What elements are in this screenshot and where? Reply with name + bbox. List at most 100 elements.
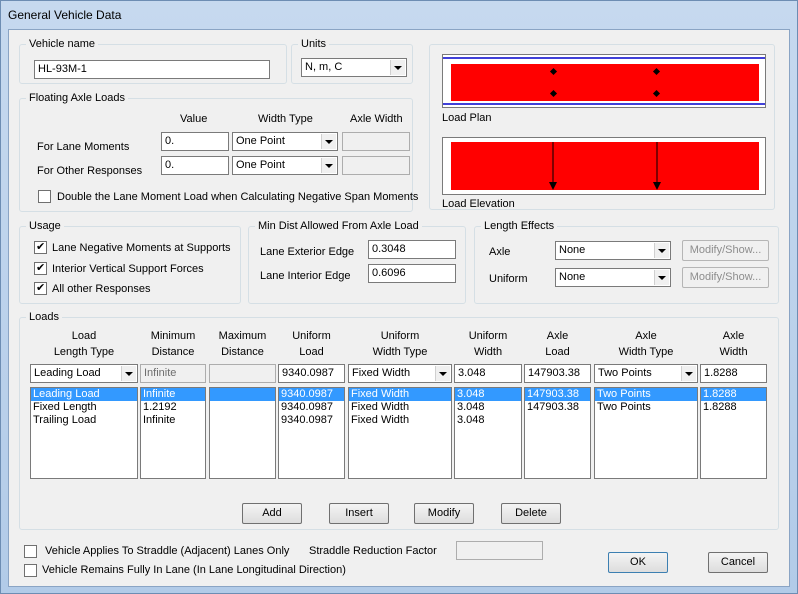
interior-vertical-support-label: Interior Vertical Support Forces (52, 263, 204, 275)
other-responses-value-input[interactable]: 0. (161, 156, 229, 175)
edit-uniform-width-input[interactable]: 3.048 (454, 364, 522, 383)
list-item[interactable]: 1.8288 (701, 401, 766, 414)
chevron-down-icon[interactable] (654, 243, 669, 258)
lane-moments-value-input[interactable]: 0. (161, 132, 229, 151)
list-item[interactable]: Infinite (141, 414, 205, 427)
loads-list-uniform-width[interactable]: 3.048 3.048 3.048 (454, 387, 522, 479)
lane-interior-edge-input[interactable]: 0.6096 (368, 264, 456, 283)
axle-effect-value: None (559, 244, 586, 256)
lane-negative-moments-checkbox[interactable] (34, 240, 47, 254)
list-item[interactable]: Leading Load (31, 388, 137, 401)
loads-list-min-distance[interactable]: Infinite 1.2192 Infinite (140, 387, 206, 479)
chevron-down-icon[interactable] (435, 366, 450, 381)
straddle-applies-label: Vehicle Applies To Straddle (Adjacent) L… (45, 545, 290, 557)
ok-button[interactable]: OK (608, 552, 668, 573)
loads-list-axle-load[interactable]: 147903.38 147903.38 (524, 387, 591, 479)
loads-list-length-type[interactable]: Leading Load Fixed Length Trailing Load (30, 387, 138, 479)
loads-list-max-distance[interactable] (209, 387, 276, 479)
list-item[interactable]: Two Points (595, 401, 697, 414)
edit-axle-width-input[interactable]: 1.8288 (700, 364, 767, 383)
edit-uniform-width-type-value: Fixed Width (352, 367, 411, 379)
edit-max-distance-input (209, 364, 276, 383)
other-responses-axle-width-input (342, 156, 410, 175)
chevron-down-icon[interactable] (681, 366, 696, 381)
insert-load-button[interactable]: Insert (329, 503, 389, 524)
list-item[interactable]: Fixed Width (349, 414, 451, 427)
list-item[interactable]: 9340.0987 (279, 401, 344, 414)
min-dist-label: Min Dist Allowed From Axle Load (255, 219, 422, 233)
uniform-effect-value: None (559, 271, 586, 283)
list-item[interactable] (701, 414, 766, 427)
list-item[interactable]: 9340.0987 (279, 388, 344, 401)
list-item[interactable]: 147903.38 (525, 388, 590, 401)
length-effects-label: Length Effects (481, 219, 558, 233)
edit-axle-width-type-select[interactable]: Two Points (594, 364, 698, 383)
loads-list-axle-width-type[interactable]: Two Points Two Points (594, 387, 698, 479)
list-item[interactable] (210, 388, 275, 401)
all-other-responses-checkbox[interactable] (34, 281, 47, 295)
delete-load-button[interactable]: Delete (501, 503, 561, 524)
remains-in-lane-checkbox[interactable] (24, 564, 37, 577)
list-item[interactable]: Infinite (141, 388, 205, 401)
list-item[interactable] (210, 414, 275, 427)
load-plan-caption: Load Plan (442, 112, 492, 124)
lane-negative-moments-label: Lane Negative Moments at Supports (52, 242, 231, 254)
lane-moments-width-type-select[interactable]: One Point (232, 132, 338, 151)
load-elevation-picture (442, 137, 766, 195)
vehicle-name-input[interactable]: HL-93M-1 (34, 60, 270, 79)
axle-effect-select[interactable]: None (555, 241, 671, 260)
list-item[interactable]: 3.048 (455, 401, 521, 414)
chevron-down-icon[interactable] (390, 60, 405, 75)
list-item[interactable]: Trailing Load (31, 414, 137, 427)
list-item[interactable]: 147903.38 (525, 401, 590, 414)
lane-exterior-edge-input[interactable]: 0.3048 (368, 240, 456, 259)
edit-min-distance-input: Infinite (140, 364, 206, 383)
list-item[interactable]: 3.048 (455, 388, 521, 401)
list-item[interactable]: Fixed Length (31, 401, 137, 414)
modify-load-button[interactable]: Modify (414, 503, 474, 524)
list-item[interactable] (595, 414, 697, 427)
length-effects-group: Length Effects Axle None Modify/Show... … (474, 219, 779, 304)
vehicle-name-label: Vehicle name (26, 37, 99, 51)
chevron-down-icon[interactable] (654, 270, 669, 285)
edit-length-type-select[interactable]: Leading Load (30, 364, 138, 383)
list-item[interactable]: 1.2192 (141, 401, 205, 414)
list-item[interactable]: 9340.0987 (279, 414, 344, 427)
units-select[interactable]: N, m, C (301, 58, 407, 77)
double-lane-moment-label: Double the Lane Moment Load when Calcula… (57, 191, 419, 203)
chevron-down-icon[interactable] (321, 134, 336, 149)
list-item[interactable]: 1.8288 (701, 388, 766, 401)
list-item[interactable]: Two Points (595, 388, 697, 401)
straddle-applies-checkbox[interactable] (24, 545, 37, 558)
list-item[interactable] (210, 401, 275, 414)
chevron-down-icon[interactable] (321, 158, 336, 173)
chevron-down-icon[interactable] (121, 366, 136, 381)
interior-vertical-support-checkbox[interactable] (34, 261, 47, 275)
load-elevation-diagram (451, 142, 759, 190)
add-load-button[interactable]: Add (242, 503, 302, 524)
loads-list-uniform-load[interactable]: 9340.0987 9340.0987 9340.0987 (278, 387, 345, 479)
list-item[interactable] (525, 414, 590, 427)
loads-label: Loads (26, 310, 62, 324)
list-item[interactable]: 3.048 (455, 414, 521, 427)
other-responses-width-type-select[interactable]: One Point (232, 156, 338, 175)
axle-modify-show-button[interactable]: Modify/Show... (682, 240, 769, 261)
edit-axle-load-input[interactable]: 147903.38 (524, 364, 591, 383)
value-column-header: Value (180, 113, 208, 125)
list-item[interactable]: Fixed Width (349, 388, 451, 401)
edit-uniform-width-type-select[interactable]: Fixed Width (348, 364, 452, 383)
col-header-axle-width-type: Axle Width Type (618, 330, 674, 358)
loads-list-axle-width[interactable]: 1.8288 1.8288 (700, 387, 767, 479)
col-header-uniform-width-type: Uniform Width Type (372, 330, 428, 358)
uniform-effect-select[interactable]: None (555, 268, 671, 287)
uniform-modify-show-button[interactable]: Modify/Show... (682, 267, 769, 288)
load-plan-picture (442, 54, 766, 108)
double-lane-moment-checkbox[interactable] (38, 190, 51, 203)
edit-uniform-load-input[interactable]: 9340.0987 (278, 364, 345, 383)
cancel-button[interactable]: Cancel (708, 552, 768, 573)
loads-list-uniform-width-type[interactable]: Fixed Width Fixed Width Fixed Width (348, 387, 452, 479)
other-responses-label: For Other Responses (37, 165, 143, 177)
col-header-minimum-distance: Minimum Distance (150, 330, 196, 358)
list-item[interactable]: Fixed Width (349, 401, 451, 414)
load-plan-diagram (443, 57, 765, 105)
